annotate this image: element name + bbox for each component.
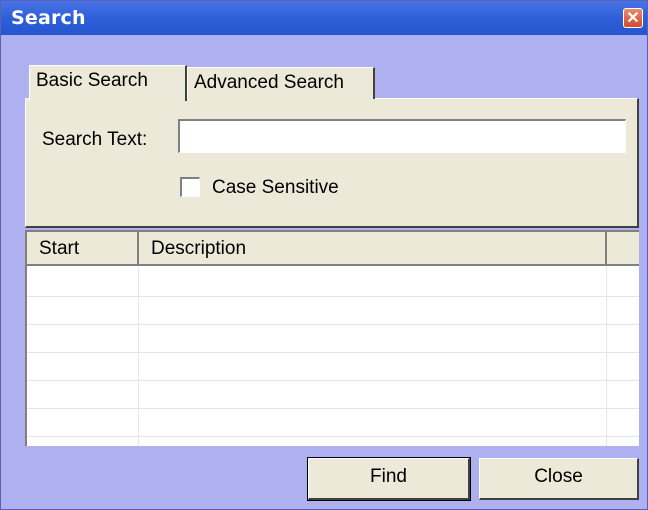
tab-advanced-search[interactable]: Advanced Search [187,67,375,99]
case-sensitive-label[interactable]: Case Sensitive [212,177,339,199]
results-table[interactable]: Start Description [25,230,639,446]
table-row[interactable] [27,408,639,409]
close-button[interactable]: Close [479,458,639,500]
table-row[interactable] [27,324,639,325]
table-row[interactable] [27,436,639,437]
tab-basic-search[interactable]: Basic Search [29,65,187,101]
search-dialog: Search ✕ Basic Search Advanced Search Se… [0,0,648,510]
find-button[interactable]: Find [307,457,471,501]
table-row[interactable] [27,352,639,353]
case-sensitive-checkbox[interactable] [180,177,200,197]
close-icon[interactable]: ✕ [623,8,643,28]
column-header-start[interactable]: Start [27,232,139,266]
column-divider [138,266,139,446]
table-row[interactable] [27,296,639,297]
column-divider [606,266,607,446]
search-text-label: Search Text: [42,129,148,150]
basic-search-panel: Search Text: Case Sensitive [25,98,639,228]
column-header-filler [607,232,639,266]
column-header-description[interactable]: Description [139,232,607,266]
search-text-input[interactable] [178,119,626,153]
title-bar[interactable]: Search ✕ [1,1,647,35]
table-row[interactable] [27,380,639,381]
window-title: Search [11,7,86,29]
